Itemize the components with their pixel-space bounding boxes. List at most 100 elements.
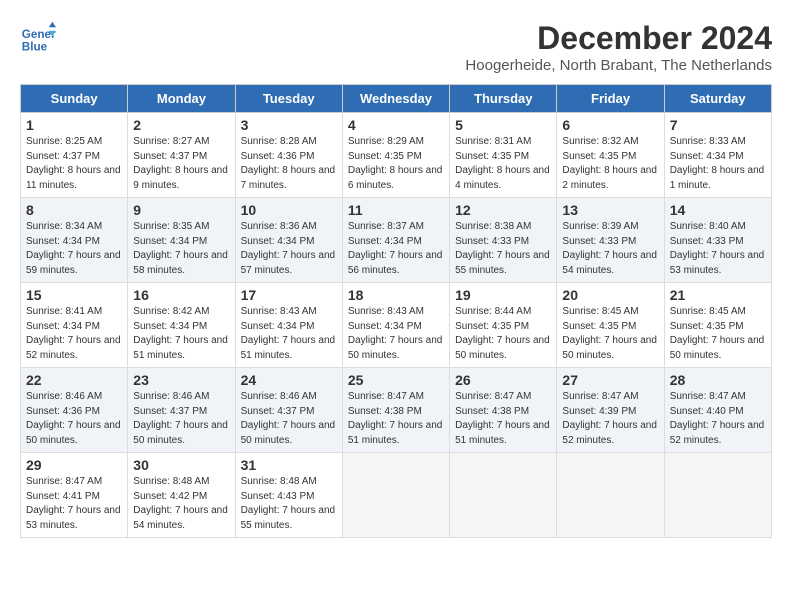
weekday-header-wednesday: Wednesday [342,85,449,113]
day-number: 9 [133,202,229,218]
calendar-week-1: 1 Sunrise: 8:25 AMSunset: 4:37 PMDaylight… [21,113,772,198]
calendar-week-3: 15 Sunrise: 8:41 AMSunset: 4:34 PMDayligh… [21,283,772,368]
day-number: 2 [133,117,229,133]
day-info: Sunrise: 8:45 AMSunset: 4:35 PMDaylight:… [670,305,766,363]
day-number: 8 [26,202,122,218]
svg-text:Blue: Blue [22,41,48,54]
day-number: 6 [562,117,658,133]
day-info: Sunrise: 8:47 AMSunset: 4:39 PMDaylight:… [562,390,658,448]
calendar-week-5: 29 Sunrise: 8:47 AMSunset: 4:41 PMDayligh… [21,453,772,538]
day-info: Sunrise: 8:27 AMSunset: 4:37 PMDaylight:… [133,135,229,193]
weekday-header-monday: Monday [128,85,235,113]
calendar-cell [557,453,664,538]
day-info: Sunrise: 8:47 AMSunset: 4:40 PMDaylight:… [670,390,766,448]
calendar-week-2: 8 Sunrise: 8:34 AMSunset: 4:34 PMDaylight… [21,198,772,283]
day-info: Sunrise: 8:32 AMSunset: 4:35 PMDaylight:… [562,135,658,193]
calendar-cell: 5Sunrise: 8:31 AMSunset: 4:35 PMDaylight… [450,113,557,198]
calendar-cell: 19Sunrise: 8:44 AMSunset: 4:35 PMDayligh… [450,283,557,368]
day-number: 15 [26,287,122,303]
calendar-cell [664,453,771,538]
day-number: 23 [133,372,229,388]
day-number: 1 [26,117,122,133]
day-info: Sunrise: 8:35 AMSunset: 4:34 PMDaylight:… [133,220,229,278]
day-number: 26 [455,372,551,388]
calendar-cell: 29 Sunrise: 8:47 AMSunset: 4:41 PMDayligh… [21,453,128,538]
day-info: Sunrise: 8:29 AMSunset: 4:35 PMDaylight:… [348,135,444,193]
day-number: 17 [241,287,337,303]
calendar-cell: 3 Sunrise: 8:28 AMSunset: 4:36 PMDaylight… [235,113,342,198]
day-info: Sunrise: 8:25 AMSunset: 4:37 PMDaylight:… [26,135,122,193]
day-info: Sunrise: 8:28 AMSunset: 4:36 PMDaylight:… [241,135,337,193]
day-number: 5 [455,117,551,133]
day-number: 11 [348,202,444,218]
calendar-cell: 9 Sunrise: 8:35 AMSunset: 4:34 PMDaylight… [128,198,235,283]
day-info: Sunrise: 8:37 AMSunset: 4:34 PMDaylight:… [348,220,444,278]
calendar-table: SundayMondayTuesdayWednesdayThursdayFrid… [20,84,772,538]
day-number: 28 [670,372,766,388]
calendar-cell: 8 Sunrise: 8:34 AMSunset: 4:34 PMDaylight… [21,198,128,283]
day-info: Sunrise: 8:43 AMSunset: 4:34 PMDaylight:… [241,305,337,363]
title-section: December 2024 Hoogerheide, North Brabant… [465,20,772,74]
weekday-header-saturday: Saturday [664,85,771,113]
day-info: Sunrise: 8:47 AMSunset: 4:38 PMDaylight:… [348,390,444,448]
calendar-cell: 10 Sunrise: 8:36 AMSunset: 4:34 PMDayligh… [235,198,342,283]
calendar-cell: 27 Sunrise: 8:47 AMSunset: 4:39 PMDayligh… [557,368,664,453]
calendar-cell: 17 Sunrise: 8:43 AMSunset: 4:34 PMDayligh… [235,283,342,368]
calendar-cell: 20Sunrise: 8:45 AMSunset: 4:35 PMDayligh… [557,283,664,368]
day-number: 3 [241,117,337,133]
day-info: Sunrise: 8:33 AMSunset: 4:34 PMDaylight:… [670,135,766,193]
calendar-cell: 7 Sunrise: 8:33 AMSunset: 4:34 PMDaylight… [664,113,771,198]
calendar-cell: 25 Sunrise: 8:47 AMSunset: 4:38 PMDayligh… [342,368,449,453]
calendar-cell: 22 Sunrise: 8:46 AMSunset: 4:36 PMDayligh… [21,368,128,453]
day-number: 12 [455,202,551,218]
weekday-header-sunday: Sunday [21,85,128,113]
day-number: 14 [670,202,766,218]
day-number: 4 [348,117,444,133]
calendar-cell: 31Sunrise: 8:48 AMSunset: 4:43 PMDayligh… [235,453,342,538]
calendar-cell: 12Sunrise: 8:38 AMSunset: 4:33 PMDayligh… [450,198,557,283]
calendar-cell: 4 Sunrise: 8:29 AMSunset: 4:35 PMDaylight… [342,113,449,198]
day-info: Sunrise: 8:46 AMSunset: 4:37 PMDaylight:… [133,390,229,448]
day-number: 31 [241,457,337,473]
calendar-cell: 11 Sunrise: 8:37 AMSunset: 4:34 PMDayligh… [342,198,449,283]
day-info: Sunrise: 8:46 AMSunset: 4:37 PMDaylight:… [241,390,337,448]
day-number: 16 [133,287,229,303]
day-info: Sunrise: 8:46 AMSunset: 4:36 PMDaylight:… [26,390,122,448]
svg-text:General: General [22,28,56,41]
day-number: 29 [26,457,122,473]
day-number: 22 [26,372,122,388]
day-number: 13 [562,202,658,218]
day-number: 19 [455,287,551,303]
day-info: Sunrise: 8:47 AMSunset: 4:41 PMDaylight:… [26,475,122,533]
day-number: 20 [562,287,658,303]
day-number: 18 [348,287,444,303]
calendar-cell: 6 Sunrise: 8:32 AMSunset: 4:35 PMDaylight… [557,113,664,198]
day-info: Sunrise: 8:39 AMSunset: 4:33 PMDaylight:… [562,220,658,278]
calendar-cell: 23 Sunrise: 8:46 AMSunset: 4:37 PMDayligh… [128,368,235,453]
main-title: December 2024 [465,20,772,57]
day-number: 24 [241,372,337,388]
calendar-cell: 28 Sunrise: 8:47 AMSunset: 4:40 PMDayligh… [664,368,771,453]
day-info: Sunrise: 8:41 AMSunset: 4:34 PMDaylight:… [26,305,122,363]
subtitle: Hoogerheide, North Brabant, The Netherla… [465,57,772,74]
weekday-header-thursday: Thursday [450,85,557,113]
calendar-cell: 2 Sunrise: 8:27 AMSunset: 4:37 PMDaylight… [128,113,235,198]
calendar-cell: 16Sunrise: 8:42 AMSunset: 4:34 PMDayligh… [128,283,235,368]
day-number: 27 [562,372,658,388]
day-info: Sunrise: 8:40 AMSunset: 4:33 PMDaylight:… [670,220,766,278]
day-info: Sunrise: 8:34 AMSunset: 4:34 PMDaylight:… [26,220,122,278]
calendar-cell [450,453,557,538]
calendar-cell: 30Sunrise: 8:48 AMSunset: 4:42 PMDayligh… [128,453,235,538]
day-number: 10 [241,202,337,218]
day-number: 25 [348,372,444,388]
day-number: 7 [670,117,766,133]
calendar-cell: 21 Sunrise: 8:45 AMSunset: 4:35 PMDayligh… [664,283,771,368]
calendar-cell: 14 Sunrise: 8:40 AMSunset: 4:33 PMDayligh… [664,198,771,283]
logo: General Blue [20,20,56,56]
calendar-cell: 26 Sunrise: 8:47 AMSunset: 4:38 PMDayligh… [450,368,557,453]
day-info: Sunrise: 8:47 AMSunset: 4:38 PMDaylight:… [455,390,551,448]
day-info: Sunrise: 8:36 AMSunset: 4:34 PMDaylight:… [241,220,337,278]
logo-icon: General Blue [20,20,56,56]
day-number: 21 [670,287,766,303]
calendar-cell: 18Sunrise: 8:43 AMSunset: 4:34 PMDayligh… [342,283,449,368]
